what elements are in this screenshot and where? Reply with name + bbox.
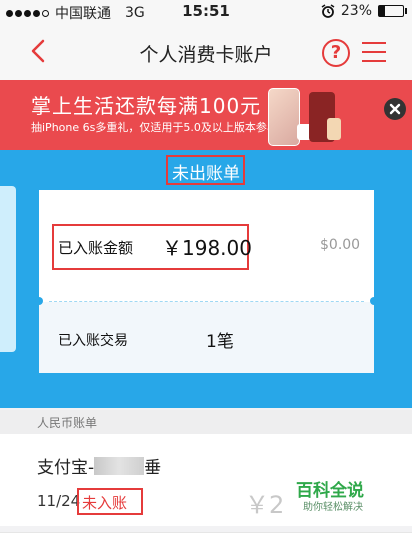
posted-amount-value: ￥198.00 — [162, 236, 252, 260]
card-notch-left — [35, 297, 43, 305]
posted-transactions-label: 已入账交易 — [58, 333, 128, 349]
battery-icon — [378, 5, 407, 17]
previous-card-peek[interactable] — [0, 186, 16, 352]
usd-amount: $0.00 — [320, 237, 361, 253]
merchant-name: 支付宝- — [37, 458, 95, 478]
posted-amount-label: 已入账金额 — [58, 239, 134, 257]
nav-bar: 个人消费卡账户 ? — [0, 24, 412, 81]
banner-title: 掌上生活还款每满100元 — [31, 94, 262, 118]
tab-unbilled[interactable]: 未出账单 — [172, 159, 240, 184]
menu-icon[interactable] — [362, 42, 386, 62]
help-button[interactable]: ? — [322, 39, 350, 67]
banner-subtitle: 抽iPhone 6s多重礼，仅适用于5.0及以上版本参与 — [31, 121, 278, 134]
battery-percent: 23% — [340, 3, 372, 19]
bottom-strip — [0, 526, 412, 542]
redacted-text — [94, 457, 145, 475]
posted-transactions-count[interactable]: 1笔 — [206, 327, 234, 352]
status-right: 23% — [321, 3, 407, 19]
card-perforation — [49, 301, 364, 302]
gift-box-image-2 — [327, 118, 341, 140]
transaction-status: 未入账 — [82, 494, 128, 512]
alarm-icon — [321, 4, 335, 18]
page-title: 个人消费卡账户 — [139, 44, 273, 66]
section-header-label: 人民币账单 — [37, 416, 98, 430]
status-bar: 中国联通 3G 15:51 23% — [0, 0, 412, 24]
section-header-rmb: 人民币账单 — [0, 410, 412, 434]
transaction-date: 11/24 — [37, 492, 81, 510]
merchant-suffix: 垂 — [144, 458, 162, 478]
transaction-amount: ￥2 — [245, 491, 285, 519]
card-notch-right — [370, 297, 378, 305]
watermark-subtitle: 助你轻松解决 — [303, 502, 363, 513]
transaction-merchant: 支付宝- 垂 — [37, 453, 161, 478]
iphone-image — [268, 88, 300, 146]
close-banner-icon[interactable] — [383, 97, 407, 121]
promo-banner[interactable]: 掌上生活还款每满100元 抽iPhone 6s多重礼，仅适用于5.0及以上版本参… — [0, 80, 412, 150]
